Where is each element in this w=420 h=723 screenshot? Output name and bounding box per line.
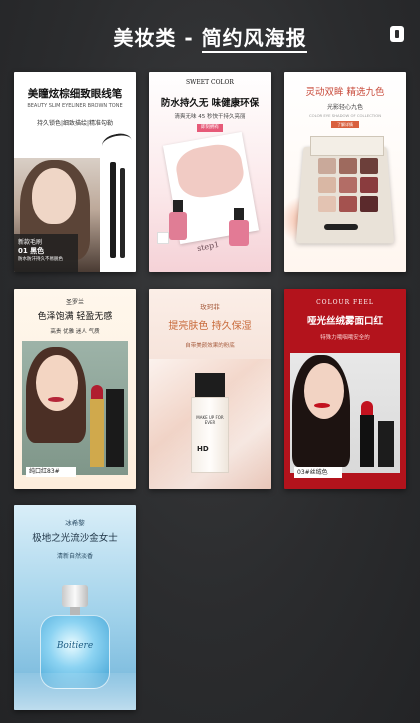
model-face [36, 355, 78, 411]
poster-subtitle: 特殊力哦咽哦安全的 [320, 335, 370, 341]
palette-lid [310, 136, 384, 156]
product-label: 纯口红83# [26, 467, 76, 477]
poster-title: 提亮肤色 持久保湿 [168, 321, 252, 332]
tag-line-2: 01 黑色 [18, 247, 45, 255]
page-title-underlined: 简约风海报 [201, 26, 307, 53]
model-face [304, 363, 344, 419]
poster-card-matte-lipstick[interactable]: COLOUR FEEL 哑光丝绒雾面口红 特殊力哦咽哦安全的 03#丝绒色 [284, 289, 406, 489]
poster-brand: 圣罗兰 [65, 299, 84, 306]
poster-subtitle: 自带美颜效果的粉底 [185, 343, 235, 349]
poster-features: 持久锁色|细致描绘|精准勾勒 [36, 120, 114, 127]
lipstick-tube [360, 415, 374, 467]
buy-now-button[interactable]: 即刻拥有 [197, 124, 223, 132]
poster-title: 灵动双眸 精选九色 [305, 87, 385, 98]
poster-title: 防水持久无 味健康环保 [160, 98, 260, 109]
poster-title: 哑光丝绒雾面口红 [306, 316, 383, 327]
poster-title: 极地之光流沙金女士 [32, 533, 118, 544]
poster-brand: 冰希黎 [65, 519, 85, 527]
poster-subtitle: 清新自然淡香 [56, 553, 93, 560]
page-title-main: 美妆类 - [113, 26, 202, 50]
tag-line-1: 新款毛刷 [18, 239, 43, 246]
eyeliner-stroke [100, 131, 134, 155]
perfume-cap [62, 585, 88, 607]
poster-title: 色泽饱满 轻盈无感 [37, 312, 113, 322]
poster-english: COLOR EYE SHADOW OF COLLECTION [308, 113, 382, 118]
lipstick-tube [90, 399, 104, 467]
product-label: 03#丝绒色 [294, 467, 342, 478]
water-splash [14, 673, 136, 710]
perfume-neck [70, 607, 80, 615]
dice-icon [157, 232, 169, 244]
poster-subtitle: BEAUTY SLIM EYELINER BROWN TONE [27, 103, 123, 109]
shade [339, 158, 357, 174]
shade [360, 177, 378, 193]
lipstick-cap [106, 389, 124, 467]
poster-subtitle: 高贵 优雅 迷人 气质 [50, 329, 100, 335]
foundation-bottle [191, 397, 229, 473]
poster-card-perfume[interactable]: 冰希黎 极地之光流沙金女士 清新自然淡香 Boitiere [14, 505, 136, 710]
polish-bottle [229, 220, 249, 246]
shade-grid [318, 158, 378, 212]
poster-card-nail-polish[interactable]: SWEET COLOR 防水持久无 味健康环保 清爽无味 45 秒快干持久亮丽 … [149, 72, 271, 272]
shade [339, 196, 357, 212]
bottle-script: Boitiere [56, 641, 94, 651]
polish-bottle [169, 212, 187, 240]
photo-caption: step1 [196, 239, 220, 254]
poster-card-eyeliner[interactable]: 美瞳炫棕细致眼线笔 BEAUTY SLIM EYELINER BROWN TON… [14, 72, 136, 272]
bottle-code: HD [197, 445, 209, 453]
shade [318, 158, 336, 174]
product-tag: 新款毛刷 01 黑色 防水防汗持久不易脱色 [14, 234, 78, 272]
details-button[interactable]: 了解详情 [331, 121, 359, 128]
model-face [32, 168, 76, 224]
poster-card-eyeshadow[interactable]: 灵动双眸 精选九色 光影轻心九色 COLOR EYE SHADOW OF COL… [284, 72, 406, 272]
lipstick-cap [378, 421, 394, 467]
poster-brand: COLOUR FEEL [316, 299, 374, 306]
page-title: 美妆类 - 简约风海报 [0, 22, 420, 53]
tag-line-3: 防水防汗持久不易脱色 [18, 257, 63, 262]
foundation-cap [195, 373, 225, 397]
poster-brand: SWEET COLOR [186, 79, 234, 86]
eyeliner-pen [110, 162, 116, 258]
poster-subtitle: 清爽无味 45 秒快干持久亮丽 [174, 114, 246, 120]
poster-brand: 玫珂菲 [200, 303, 220, 311]
shade [318, 196, 336, 212]
model-lips [48, 397, 64, 402]
eyeliner-pen-cap [120, 168, 125, 258]
poster-card-lipstick-ysl[interactable]: 圣罗兰 色泽饱满 轻盈无感 高贵 优雅 迷人 气质 纯口红83# [14, 289, 136, 489]
shade [339, 177, 357, 193]
poster-card-foundation[interactable]: 玫珂菲 提亮肤色 持久保湿 自带美颜效果的粉底 MAKE UP FOR EVER… [149, 289, 271, 489]
poster-title: 美瞳炫棕细致眼线笔 [27, 88, 123, 100]
poster-subtitle: 光影轻心九色 [326, 104, 363, 111]
model-lips [314, 403, 330, 408]
shade [360, 158, 378, 174]
applicator-brush [324, 224, 358, 230]
shade [318, 177, 336, 193]
shade [360, 196, 378, 212]
bottle-text: MAKE UP FOR EVER [196, 415, 224, 425]
save-icon[interactable] [390, 26, 404, 42]
